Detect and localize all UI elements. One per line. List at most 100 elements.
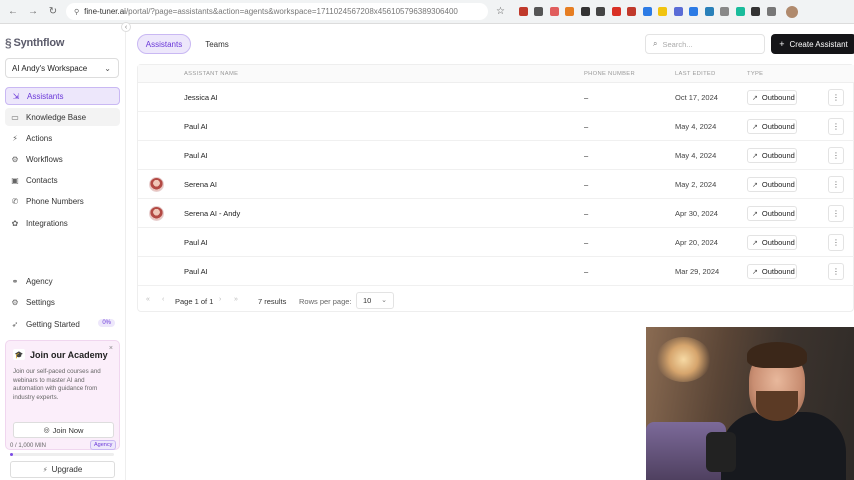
rows-per-page-label: Rows per page: [299, 297, 352, 306]
extension-icon[interactable] [673, 7, 683, 16]
more-vertical-icon: ⋮ [832, 93, 840, 102]
extension-icon[interactable] [720, 7, 730, 16]
profile-avatar[interactable] [786, 5, 799, 18]
assistant-name: Serena AI - Andy [184, 209, 241, 218]
rocket-icon: ➶ [11, 319, 19, 329]
sidebar-item-getting-started[interactable]: ➶ Getting Started 0% [5, 315, 120, 333]
table-row[interactable]: Serena AI - Andy – Apr 30, 2024 ↗ Outbound ⋮ [138, 199, 854, 228]
sidebar-item-label: Settings [26, 297, 55, 307]
extension-icon[interactable] [518, 7, 528, 16]
table-row[interactable]: Jessica AI – Oct 17, 2024 ↗ Outbound ⋮ [138, 83, 854, 112]
webcam-lamp [656, 337, 711, 382]
sidebar-item-actions[interactable]: ⚡ Actions [5, 129, 120, 147]
collapse-sidebar-button[interactable]: ‹ [121, 22, 131, 32]
academy-title: 🎓 Join our Academy [13, 349, 108, 360]
phone-number: – [584, 93, 589, 102]
phone-number: – [584, 122, 589, 131]
reload-icon[interactable]: ↻ [46, 5, 60, 19]
browser-toolbar: ← → ↻ ⚲ fine-tuner.ai/portal/?page=assis… [0, 0, 854, 24]
sidebar-item-integrations[interactable]: ✿ Integrations [5, 214, 120, 232]
sidebar-item-knowledge-base[interactable]: ▭ Knowledge Base [5, 108, 120, 126]
more-vertical-icon: ⋮ [832, 151, 840, 160]
row-menu-button[interactable]: ⋮ [828, 118, 844, 135]
plan-badge: Agency [90, 440, 117, 450]
column-header-name: Assistant Name [184, 71, 239, 77]
extension-icon[interactable] [534, 7, 544, 16]
row-menu-button[interactable]: ⋮ [828, 263, 844, 280]
arrow-up-right-icon: ↗ [752, 123, 758, 131]
table-row[interactable]: Serena AI – May 2, 2024 ↗ Outbound ⋮ [138, 170, 854, 199]
row-menu-button[interactable]: ⋮ [828, 176, 844, 193]
assistant-name: Serena AI [184, 180, 217, 189]
tab-assistants[interactable]: Assistants [137, 34, 191, 54]
table-row[interactable]: Paul AI – Apr 20, 2024 ↗ Outbound ⋮ [138, 228, 854, 257]
extension-icon[interactable] [766, 7, 776, 16]
type-badge: ↗ Outbound [747, 206, 797, 221]
extension-icon[interactable] [627, 7, 637, 16]
extension-icon[interactable] [596, 7, 606, 16]
row-menu-button[interactable]: ⋮ [828, 147, 844, 164]
assistant-name: Paul AI [184, 267, 208, 276]
gear-icon: ⚙ [11, 297, 19, 307]
assistants-table: Assistant Name Phone Number Last Edited … [137, 64, 854, 312]
assistant-avatar [149, 206, 164, 221]
sidebar-item-label: Workflows [26, 154, 63, 164]
extensions-bar [518, 7, 783, 16]
address-bar[interactable]: ⚲ fine-tuner.ai/portal/?page=assistants&… [66, 3, 488, 20]
assistant-name: Jessica AI [184, 93, 218, 102]
upgrade-button[interactable]: ⚡ Upgrade [10, 461, 115, 478]
more-vertical-icon: ⋮ [832, 180, 840, 189]
extension-icon[interactable] [704, 7, 714, 16]
table-header: Assistant Name Phone Number Last Edited … [138, 65, 854, 83]
tab-teams[interactable]: Teams [197, 34, 237, 54]
forward-icon[interactable]: → [26, 5, 40, 19]
last-page-icon[interactable]: » [234, 296, 238, 303]
extension-icon[interactable] [689, 7, 699, 16]
first-page-icon[interactable]: « [146, 296, 150, 303]
more-vertical-icon: ⋮ [832, 209, 840, 218]
bookmark-star-icon[interactable]: ☆ [496, 6, 505, 17]
sidebar-item-settings[interactable]: ⚙ Settings [5, 293, 120, 311]
results-count: 7 results [258, 297, 287, 306]
table-row[interactable]: Paul AI – May 4, 2024 ↗ Outbound ⋮ [138, 112, 854, 141]
site-info-icon[interactable]: ⚲ [74, 8, 79, 16]
assistant-icon: ⇲ [12, 91, 20, 101]
row-menu-button[interactable]: ⋮ [828, 205, 844, 222]
extension-icon[interactable] [658, 7, 668, 16]
workspace-selector[interactable]: AI Andy's Workspace ⌄ [5, 58, 119, 78]
sidebar-item-phone-numbers[interactable]: ✆ Phone Numbers [5, 192, 120, 210]
extension-icon[interactable] [549, 7, 559, 16]
close-icon[interactable]: × [109, 345, 113, 352]
prev-page-icon[interactable]: ‹ [162, 296, 164, 303]
row-menu-button[interactable]: ⋮ [828, 89, 844, 106]
type-badge: ↗ Outbound [747, 90, 797, 105]
sidebar: § Synthflow AI Andy's Workspace ⌄ ⇲ Assist… [0, 24, 126, 480]
arrow-up-right-icon: ↗ [752, 152, 758, 160]
create-assistant-button[interactable]: + Create Assistant [771, 34, 854, 54]
row-menu-button[interactable]: ⋮ [828, 234, 844, 251]
extension-icon[interactable] [751, 7, 761, 16]
url-path: /portal/?page=assistants&action=agents&w… [125, 7, 458, 16]
sidebar-item-assistants[interactable]: ⇲ Assistants [5, 87, 120, 105]
search-input[interactable]: ⌕ Search... [645, 34, 765, 54]
join-now-button[interactable]: ◎ Join Now [13, 422, 114, 438]
contacts-icon: ▣ [11, 175, 19, 185]
sidebar-item-agency[interactable]: ⚭ Agency [5, 272, 120, 290]
extension-icon[interactable] [642, 7, 652, 16]
table-row[interactable]: Paul AI – Mar 29, 2024 ↗ Outbound ⋮ [138, 257, 854, 286]
next-page-icon[interactable]: › [219, 296, 221, 303]
phone-icon: ✆ [11, 196, 19, 206]
chevron-down-icon: ⌄ [381, 297, 387, 304]
workspace-name: AI Andy's Workspace [12, 63, 88, 73]
back-icon[interactable]: ← [6, 5, 20, 19]
table-row[interactable]: Paul AI – May 4, 2024 ↗ Outbound ⋮ [138, 141, 854, 170]
extension-icon[interactable] [580, 7, 590, 16]
extension-icon[interactable] [611, 7, 621, 16]
synthflow-logo[interactable]: § Synthflow [5, 36, 64, 50]
rows-per-page-select[interactable]: 10 ⌄ [356, 292, 394, 309]
extension-icon[interactable] [735, 7, 745, 16]
sidebar-item-workflows[interactable]: ⚙ Workflows [5, 150, 120, 168]
plus-icon: + [779, 39, 785, 49]
sidebar-item-contacts[interactable]: ▣ Contacts [5, 171, 120, 189]
extension-icon[interactable] [565, 7, 575, 16]
